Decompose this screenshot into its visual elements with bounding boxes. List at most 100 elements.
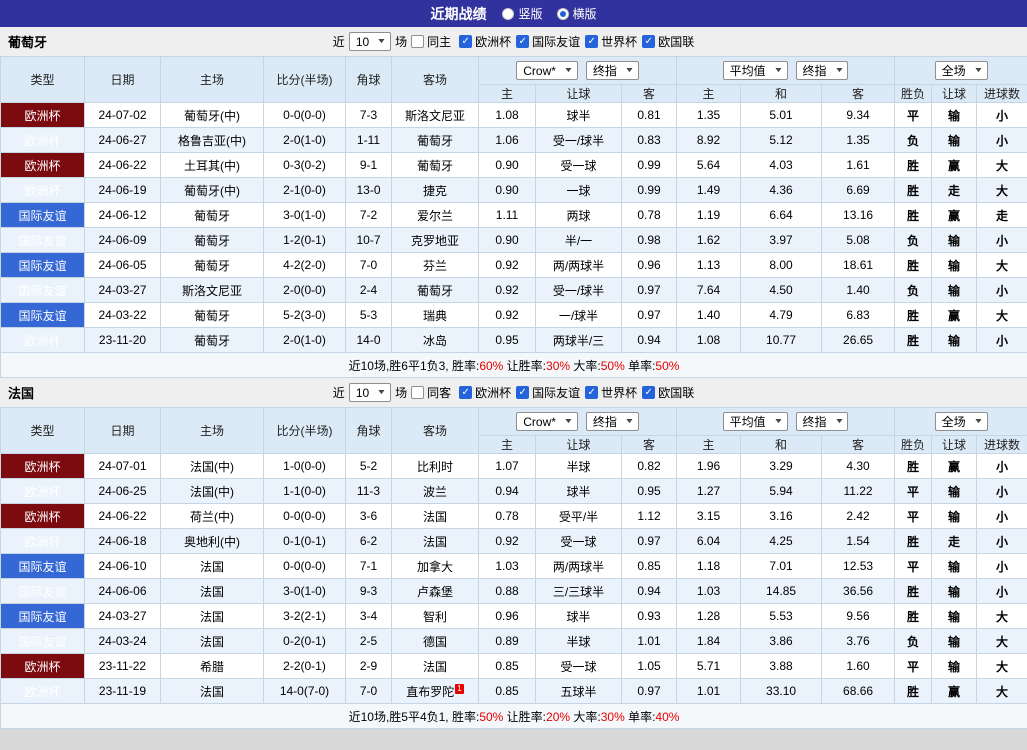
europe-odds-time-select[interactable]: 终指 ▼ <box>796 61 849 80</box>
competition-checkbox-欧国联[interactable]: ✓ 欧国联 <box>642 384 694 401</box>
handicap-home-odds: 0.92 <box>479 303 536 328</box>
score: 2-0(1-0) <box>264 128 346 153</box>
away-team: 卢森堡 <box>392 579 479 604</box>
checkbox-checked-icon: ✓ <box>585 35 598 48</box>
home-team: 葡萄牙 <box>161 253 264 278</box>
same-venue-checkbox[interactable]: 同主 <box>411 33 451 50</box>
competition-checkbox-欧国联[interactable]: ✓ 欧国联 <box>642 33 694 50</box>
competition-type: 国际友谊 <box>1 228 85 253</box>
bookmaker-select[interactable]: Crow* ▼ <box>516 61 578 80</box>
recent-count-select[interactable]: 10 ▼ <box>349 383 391 402</box>
score: 5-2(3-0) <box>264 303 346 328</box>
handicap-home-odds: 1.11 <box>479 203 536 228</box>
handicap-line: 受一球 <box>536 529 622 554</box>
away-team: 冰岛 <box>392 328 479 353</box>
match-row: 国际友谊 24-06-10 法国 0-0(0-0) 7-1 加拿大 1.03 两… <box>1 554 1027 579</box>
same-venue-label: 同客 <box>427 384 451 401</box>
near-label: 近 <box>333 384 345 401</box>
handicap-away-odds: 0.85 <box>622 554 677 579</box>
result-wdl: 胜 <box>895 604 932 629</box>
corners: 11-3 <box>346 479 392 504</box>
result-wdl: 平 <box>895 504 932 529</box>
team-name: 法国 <box>8 383 34 402</box>
col-away: 客场 <box>392 408 479 454</box>
win-odds: 1.35 <box>677 103 741 128</box>
match-row: 欧洲杯 23-11-22 希腊 2-2(0-1) 2-9 法国 0.85 受一球… <box>1 654 1027 679</box>
away-team: 法国 <box>392 504 479 529</box>
corners: 2-5 <box>346 629 392 654</box>
asian-odds-time-select[interactable]: 终指 ▼ <box>586 61 639 80</box>
chevron-down-icon: ▼ <box>624 67 634 74</box>
result-goals: 小 <box>977 529 1027 554</box>
handicap-line: 三/三球半 <box>536 579 622 604</box>
europe-odds-group: 平均值 ▼ 终指 ▼ <box>677 57 895 85</box>
chevron-down-icon: ▼ <box>773 418 783 425</box>
competition-checkbox-世界杯[interactable]: ✓ 世界杯 <box>585 33 637 50</box>
result-wdl: 胜 <box>895 303 932 328</box>
competition-checkbox-国际友谊[interactable]: ✓ 国际友谊 <box>516 384 580 401</box>
draw-odds: 5.53 <box>741 604 822 629</box>
recent-count-value: 10 <box>356 386 369 400</box>
competition-checkbox-欧洲杯[interactable]: ✓ 欧洲杯 <box>459 33 511 50</box>
competition-checkbox-国际友谊[interactable]: ✓ 国际友谊 <box>516 33 580 50</box>
corners: 9-3 <box>346 579 392 604</box>
draw-odds: 3.88 <box>741 654 822 679</box>
match-row: 欧洲杯 23-11-19 法国 14-0(7-0) 7-0 直布罗陀1 0.85… <box>1 679 1027 704</box>
score: 1-1(0-0) <box>264 479 346 504</box>
europe-odds-select[interactable]: 平均值 ▼ <box>723 61 788 80</box>
sub-result: 胜负 <box>895 436 932 454</box>
summary-segment: 让胜率: <box>503 710 546 724</box>
result-goals: 大 <box>977 253 1027 278</box>
recent-count-select[interactable]: 10 ▼ <box>349 32 391 51</box>
recent-count-value: 10 <box>356 35 369 49</box>
handicap-away-odds: 0.98 <box>622 228 677 253</box>
draw-odds: 14.85 <box>741 579 822 604</box>
competition-type: 国际友谊 <box>1 278 85 303</box>
win-odds: 5.64 <box>677 153 741 178</box>
result-wdl: 平 <box>895 554 932 579</box>
layout-radio-horizontal[interactable]: 横版 <box>557 5 597 22</box>
asian-odds-time-select[interactable]: 终指 ▼ <box>586 412 639 431</box>
handicap-away-odds: 0.97 <box>622 529 677 554</box>
away-team: 比利时 <box>392 454 479 479</box>
draw-odds: 3.16 <box>741 504 822 529</box>
competition-checkbox-label: 国际友谊 <box>532 384 580 401</box>
lose-odds: 11.22 <box>822 479 895 504</box>
handicap-home-odds: 0.92 <box>479 278 536 303</box>
competition-type: 欧洲杯 <box>1 454 85 479</box>
handicap-away-odds: 0.78 <box>622 203 677 228</box>
europe-odds-select[interactable]: 平均值 ▼ <box>723 412 788 431</box>
handicap-away-odds: 0.93 <box>622 604 677 629</box>
competition-checkbox-欧洲杯[interactable]: ✓ 欧洲杯 <box>459 384 511 401</box>
europe-odds-time-select[interactable]: 终指 ▼ <box>796 412 849 431</box>
win-odds: 1.84 <box>677 629 741 654</box>
win-odds: 5.71 <box>677 654 741 679</box>
corners: 3-6 <box>346 504 392 529</box>
recent-matches-table: 类型 日期 主场 比分(半场) 角球 客场 Crow* ▼ 终指 ▼ <box>0 56 1027 378</box>
lose-odds: 13.16 <box>822 203 895 228</box>
score: 1-0(0-0) <box>264 454 346 479</box>
away-team: 智利 <box>392 604 479 629</box>
competition-checkbox-世界杯[interactable]: ✓ 世界杯 <box>585 384 637 401</box>
summary-segment: 胜率: <box>452 359 479 373</box>
fulltime-select[interactable]: 全场 ▼ <box>935 61 988 80</box>
win-odds: 1.18 <box>677 554 741 579</box>
corners: 7-0 <box>346 679 392 704</box>
competition-type: 欧洲杯 <box>1 679 85 704</box>
same-venue-checkbox[interactable]: 同客 <box>411 384 451 401</box>
match-row: 国际友谊 24-03-22 葡萄牙 5-2(3-0) 5-3 瑞典 0.92 一… <box>1 303 1027 328</box>
away-team: 葡萄牙 <box>392 278 479 303</box>
competition-type: 国际友谊 <box>1 554 85 579</box>
away-team: 克罗地亚 <box>392 228 479 253</box>
fulltime-select[interactable]: 全场 ▼ <box>935 412 988 431</box>
home-team: 葡萄牙 <box>161 328 264 353</box>
match-date: 24-06-22 <box>85 504 161 529</box>
home-team: 土耳其(中) <box>161 153 264 178</box>
col-corner: 角球 <box>346 408 392 454</box>
bookmaker-select[interactable]: Crow* ▼ <box>516 412 578 431</box>
away-team: 瑞典 <box>392 303 479 328</box>
competition-type: 国际友谊 <box>1 604 85 629</box>
col-home: 主场 <box>161 57 264 103</box>
sub-win-odds: 主 <box>677 436 741 454</box>
layout-radio-vertical[interactable]: 竖版 <box>502 5 542 22</box>
